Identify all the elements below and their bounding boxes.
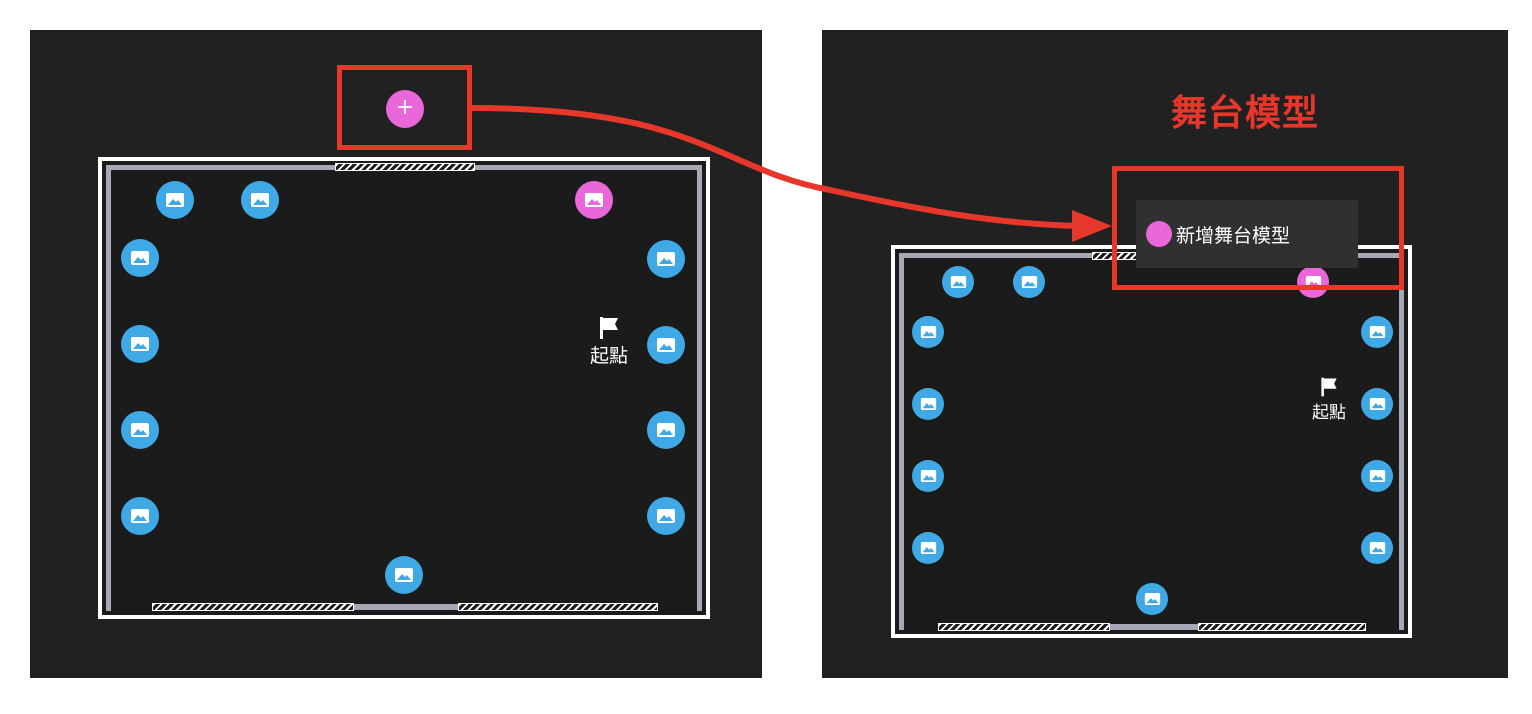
annotation-arrow	[471, 105, 1112, 242]
